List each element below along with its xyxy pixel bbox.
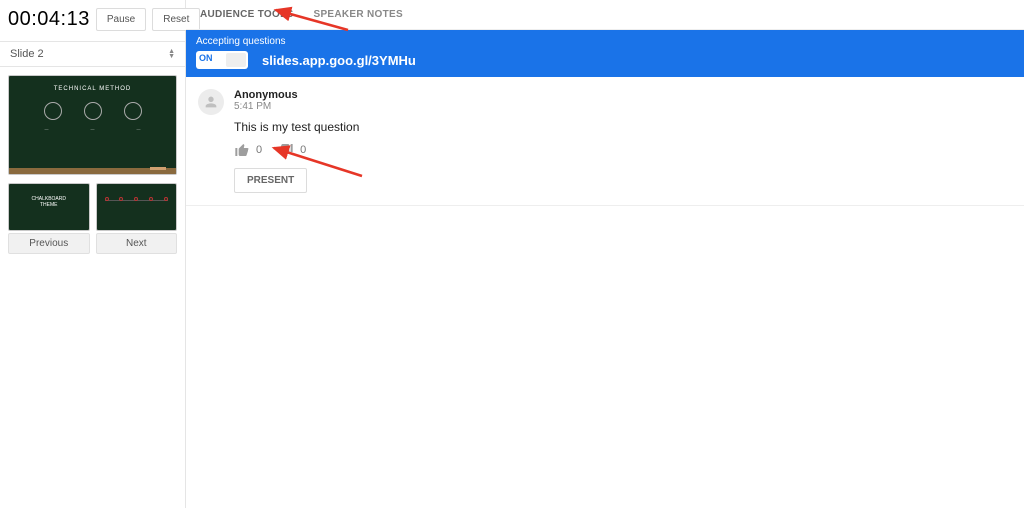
next-button[interactable]: Next [96,233,178,254]
vote-row: 0 0 [234,142,1012,158]
timer-row: 00:04:13 Pause Reset [0,0,185,42]
slide-selector-dropdown[interactable]: Slide 2 ▲▼ [0,42,185,67]
timer: 00:04:13 [8,8,90,31]
qa-banner: Accepting questions ON slides.app.goo.gl… [186,30,1024,77]
previous-button[interactable]: Previous [8,233,90,254]
question-text: This is my test question [234,120,1012,134]
upvote-count: 0 [256,144,262,156]
qa-toggle[interactable]: ON [196,51,248,69]
downvote-count: 0 [300,144,306,156]
toggle-on-label: ON [199,53,213,63]
tab-bar: AUDIENCE TOOLS SPEAKER NOTES [186,0,1024,30]
tab-speaker-notes[interactable]: SPEAKER NOTES [313,9,402,20]
thumbs-up-icon[interactable] [234,142,250,158]
accepting-label: Accepting questions [196,36,1014,47]
avatar [198,89,224,115]
tab-audience-tools[interactable]: AUDIENCE TOOLS [200,9,293,20]
question-author: Anonymous [234,89,1012,101]
present-question-button[interactable]: PRESENT [234,168,307,193]
previous-slide-thumbnail[interactable]: CHALKBOARD THEME [8,183,90,231]
thumbs-down-icon[interactable] [278,142,294,158]
next-slide-thumbnail[interactable] [96,183,178,231]
question-time: 5:41 PM [234,101,1012,112]
toggle-knob [226,53,246,67]
pause-button[interactable]: Pause [96,8,146,31]
presenter-sidebar: 00:04:13 Pause Reset Slide 2 ▲▼ TECHNICA… [0,0,186,508]
current-slide-thumbnail[interactable]: TECHNICAL METHOD ——— [8,75,177,175]
qa-url: slides.app.goo.gl/3YMHu [262,53,416,68]
thumb-title: TECHNICAL METHOD [9,76,176,92]
slide-selector-label: Slide 2 [10,48,44,60]
updown-icon: ▲▼ [168,49,175,59]
main-panel: AUDIENCE TOOLS SPEAKER NOTES Accepting q… [186,0,1024,508]
question-item: Anonymous 5:41 PM This is my test questi… [186,77,1024,206]
person-icon [203,94,219,110]
